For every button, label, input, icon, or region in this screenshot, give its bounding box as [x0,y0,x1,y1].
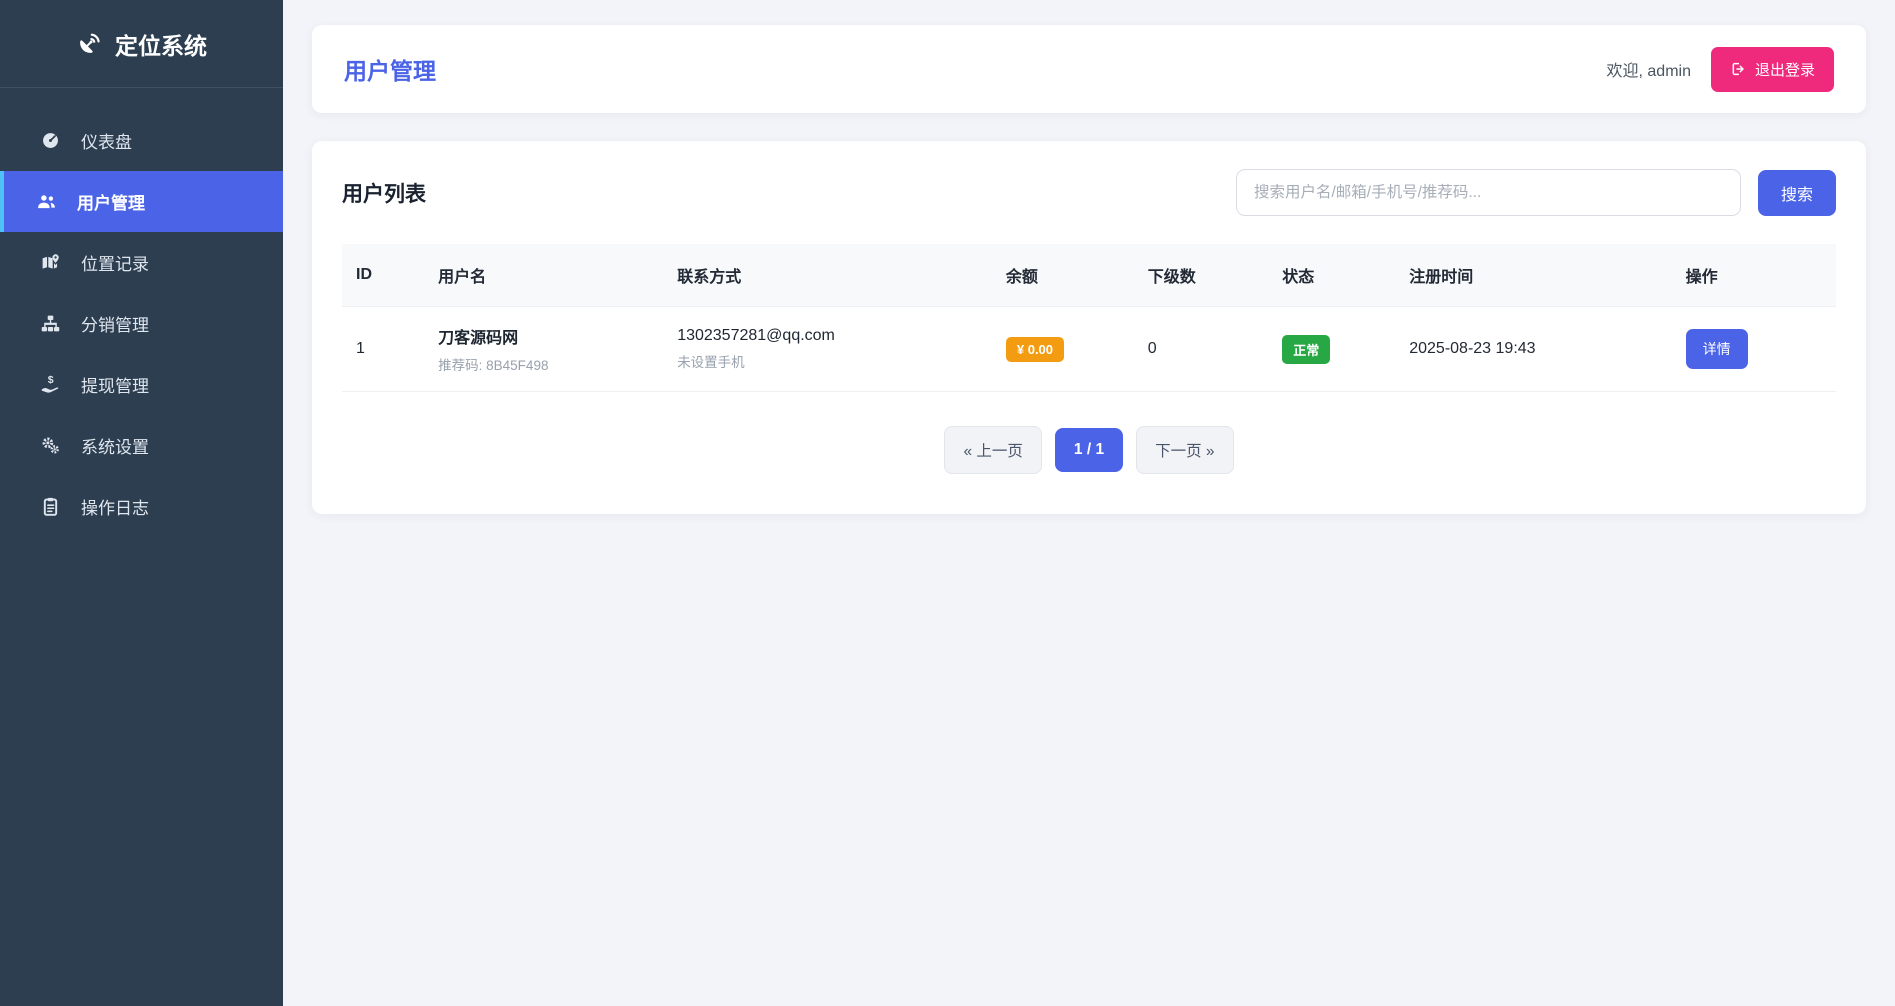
search-bar: 搜索 [1236,169,1836,216]
clipboard-list-icon [40,496,61,517]
topbar-right: 欢迎, admin 退出登录 [1607,47,1835,92]
sidebar-item-label: 位置记录 [81,250,149,275]
sidebar-item-label: 分销管理 [81,311,149,336]
user-list-card: 用户列表 搜索 ID 用户名 联系方式 余额 下级数 状态 注册时间 [312,141,1866,514]
topbar: 用户管理 欢迎, admin 退出登录 [312,25,1866,113]
sidebar-item-label: 系统设置 [81,433,149,458]
sidebar-item-label: 操作日志 [81,494,149,519]
sidebar-item-distribution[interactable]: 分销管理 [0,293,283,354]
detail-button[interactable]: 详情 [1686,329,1748,369]
map-marker-icon [40,252,61,273]
page-title: 用户管理 [344,52,436,86]
list-head: 用户列表 搜索 [342,169,1836,216]
sidebar-item-dashboard[interactable]: 仪表盘 [0,110,283,171]
gears-icon [40,435,61,456]
sidebar-item-users[interactable]: 用户管理 [0,171,283,232]
email-text: 1302357281@qq.com [677,327,978,345]
sidebar: 定位系统 仪表盘 用户管理 位置记录 分销管理 [0,0,283,1006]
col-header-username: 用户名 [424,244,663,307]
col-header-contact: 联系方式 [663,244,992,307]
svg-text:$: $ [48,374,54,386]
app-logo: 定位系统 [0,0,283,88]
cell-registered: 2025-08-23 19:43 [1395,307,1671,392]
sidebar-item-settings[interactable]: 系统设置 [0,415,283,476]
sidebar-item-label: 提现管理 [81,372,149,397]
pagination: « 上一页 1 / 1 下一页 » [342,426,1836,474]
balance-badge: ¥ 0.00 [1006,337,1064,362]
sidebar-item-location-records[interactable]: 位置记录 [0,232,283,293]
welcome-text: 欢迎, admin [1607,57,1691,81]
table-header: ID 用户名 联系方式 余额 下级数 状态 注册时间 操作 [342,244,1836,307]
sidebar-item-label: 仪表盘 [81,128,132,153]
satellite-dish-icon [76,31,102,57]
cell-subordinates: 0 [1134,307,1268,392]
search-button[interactable]: 搜索 [1758,170,1836,216]
users-icon [36,191,57,212]
cell-status: 正常 [1268,307,1395,392]
cell-username: 刀客源码网 推荐码: 8B45F498 [424,307,663,392]
cell-balance: ¥ 0.00 [992,307,1134,392]
table-row: 1 刀客源码网 推荐码: 8B45F498 1302357281@qq.com … [342,307,1836,392]
next-page-button[interactable]: 下一页 » [1136,426,1233,474]
phone-status-text: 未设置手机 [677,351,978,371]
col-header-id: ID [342,244,424,307]
logout-label: 退出登录 [1755,59,1815,80]
sitemap-icon [40,313,61,334]
col-header-subordinates: 下级数 [1134,244,1268,307]
col-header-balance: 余额 [992,244,1134,307]
status-badge: 正常 [1282,335,1330,364]
col-header-status: 状态 [1268,244,1395,307]
sidebar-item-withdrawals[interactable]: $ 提现管理 [0,354,283,415]
content-area: 用户管理 欢迎, admin 退出登录 用户列表 搜索 [283,0,1895,1006]
sidebar-item-label: 用户管理 [77,189,145,214]
sidebar-item-operation-logs[interactable]: 操作日志 [0,476,283,537]
logout-button[interactable]: 退出登录 [1711,47,1834,92]
sidebar-menu: 仪表盘 用户管理 位置记录 分销管理 $ 提现管理 [0,88,283,537]
hand-holding-dollar-icon: $ [40,374,61,395]
user-table: ID 用户名 联系方式 余额 下级数 状态 注册时间 操作 1 刀客源码网 推荐… [342,244,1836,392]
col-header-registered: 注册时间 [1395,244,1671,307]
col-header-actions: 操作 [1672,244,1836,307]
app-title: 定位系统 [115,27,207,61]
cell-actions: 详情 [1672,307,1836,392]
username-text: 刀客源码网 [438,324,649,348]
cell-contact: 1302357281@qq.com 未设置手机 [663,307,992,392]
gauge-icon [40,130,61,151]
sign-out-icon [1730,61,1746,77]
prev-page-button[interactable]: « 上一页 [944,426,1041,474]
current-page-indicator[interactable]: 1 / 1 [1055,428,1123,472]
search-input[interactable] [1236,169,1741,216]
referral-code-text: 推荐码: 8B45F498 [438,354,649,374]
cell-id: 1 [342,307,424,392]
list-title: 用户列表 [342,178,426,208]
